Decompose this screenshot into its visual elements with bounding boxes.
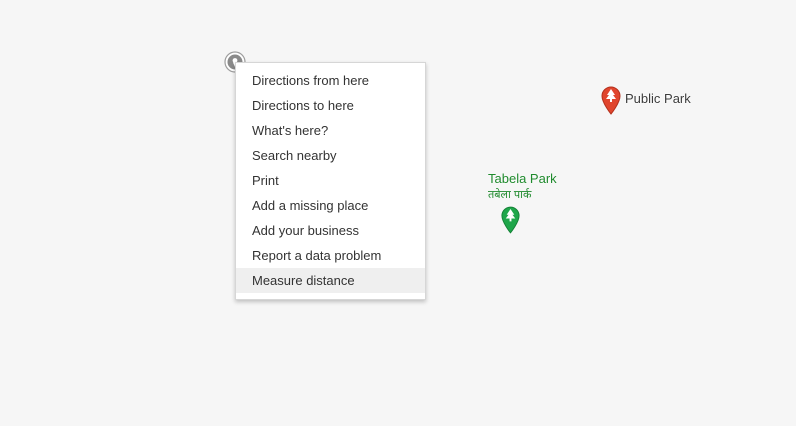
menu-item-measure-distance[interactable]: Measure distance [236, 268, 425, 293]
poi-label[interactable]: Tabela Park [488, 171, 557, 186]
tree-pin-icon[interactable] [500, 205, 521, 234]
menu-item-add-missing-place[interactable]: Add a missing place [236, 193, 425, 218]
menu-item-whats-here[interactable]: What's here? [236, 118, 425, 143]
menu-item-report-data-problem[interactable]: Report a data problem [236, 243, 425, 268]
context-menu: Directions from here Directions to here … [235, 62, 426, 300]
menu-item-directions-from-here[interactable]: Directions from here [236, 68, 425, 93]
menu-item-print[interactable]: Print [236, 168, 425, 193]
tree-pin-icon[interactable] [600, 85, 622, 115]
menu-item-add-your-business[interactable]: Add your business [236, 218, 425, 243]
poi-label[interactable]: Public Park [625, 91, 691, 106]
menu-item-search-nearby[interactable]: Search nearby [236, 143, 425, 168]
poi-sublabel: तबेला पार्क [488, 189, 532, 201]
map-canvas[interactable]: Directions from here Directions to here … [0, 0, 796, 426]
menu-item-directions-to-here[interactable]: Directions to here [236, 93, 425, 118]
